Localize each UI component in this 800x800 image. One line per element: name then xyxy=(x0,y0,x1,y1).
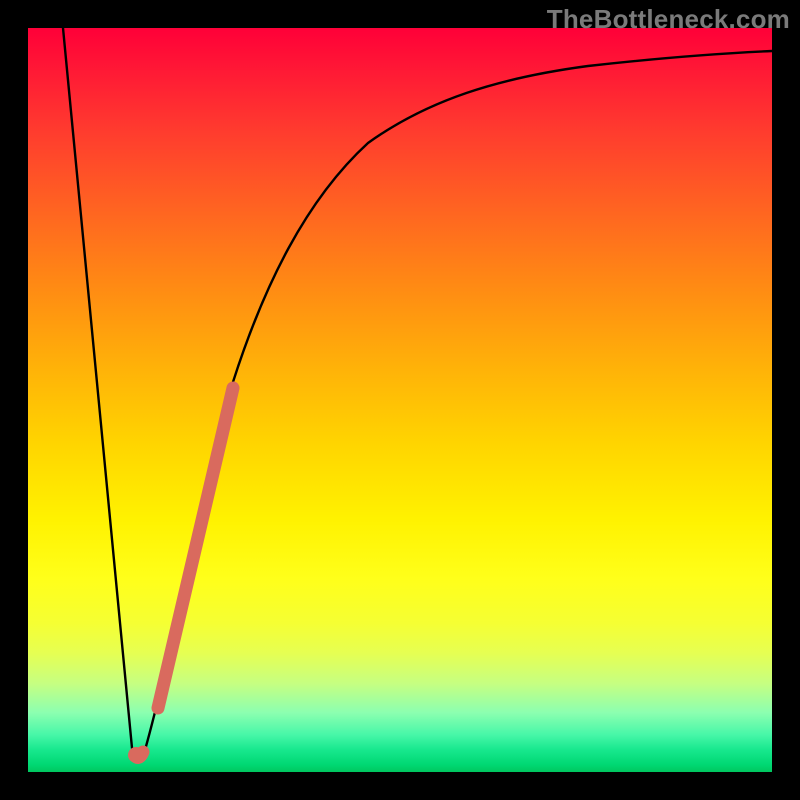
highlight-dot xyxy=(128,747,144,763)
chart-frame: TheBottleneck.com xyxy=(0,0,800,800)
watermark-text: TheBottleneck.com xyxy=(547,4,790,35)
highlight-segment xyxy=(135,388,233,758)
chart-svg xyxy=(28,28,772,772)
